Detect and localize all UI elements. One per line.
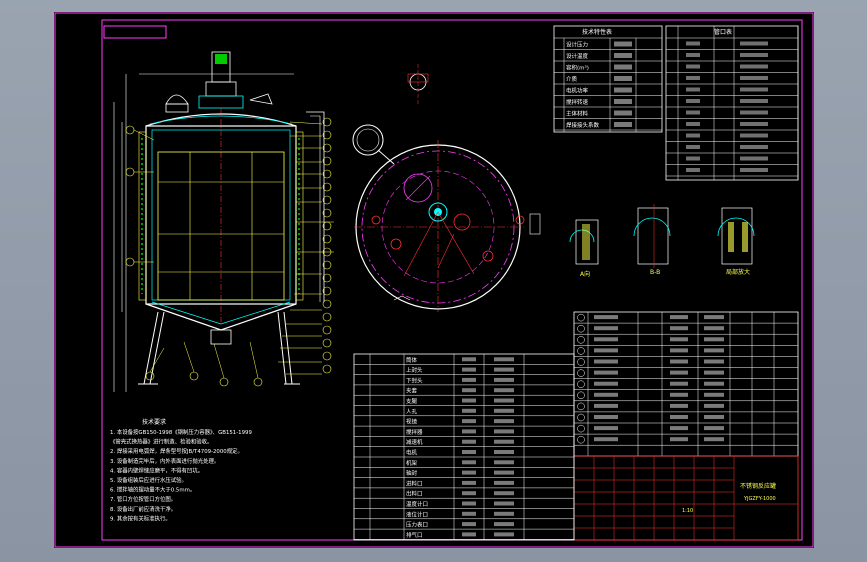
nozzle-table-title: 管口表 — [714, 28, 732, 36]
section-details: A向 B-B 局部放大 — [569, 204, 755, 278]
tech-row-label: 焊接接头系数 — [566, 121, 600, 129]
part-title: 不锈钢反应罐 — [740, 482, 776, 490]
title-block: 不锈钢反应罐 YJGZFY-1000 1:10 — [573, 455, 799, 541]
tech-row-label: 主体材料 — [566, 110, 589, 118]
note-line: 2. 焊接采用电弧焊，焊条型号按JB/T4709-2000规定。 — [110, 447, 243, 455]
tech-table-title: 技术特性表 — [582, 28, 612, 36]
part-name: 排气口 — [406, 531, 423, 539]
part-name: 筒体 — [406, 356, 418, 364]
tech-spec-table: 设计压力设计温度容积(m³) 介质电机功率搅拌转速主体材料焊接接头系数 技术特性表 — [553, 25, 663, 133]
part-name: 机架 — [406, 459, 418, 467]
section-b-label: B-B — [650, 269, 660, 276]
part-name: 进料口 — [406, 479, 423, 487]
part-name: 减速机 — [406, 438, 423, 446]
manhole-icon — [165, 94, 189, 105]
elevation-view — [113, 51, 334, 392]
code-box — [103, 25, 167, 39]
part-name: 人孔 — [406, 407, 418, 415]
part-name: 搅拌器 — [406, 428, 423, 436]
part-name: 视镜 — [406, 418, 418, 426]
scale-label: 1:10 — [682, 508, 693, 514]
outer-frame — [54, 12, 814, 548]
cad-viewport: A向 B-B 局部放大 设计压力设计温度容积(m³) 介质电机功率搅拌转速主体材料… — [0, 0, 867, 562]
part-name: 夹套 — [406, 387, 418, 395]
notes-title: 技术要求 — [142, 418, 166, 426]
note-line: 8. 设备出厂前应清洗干净。 — [110, 505, 176, 513]
note-line: 4. 容器内壁焊缝应磨平，不得有凹坑。 — [110, 466, 203, 474]
note-line: 6. 搅拌轴的摆动量不大于0.5mm。 — [110, 486, 195, 494]
tech-row-label: 搅拌转速 — [566, 98, 589, 106]
note-line: 3. 设备制造完毕后，内外表面进行抛光处理。 — [110, 457, 219, 465]
plan-view — [352, 64, 541, 312]
note-line: 9. 其余按有关标准执行。 — [110, 514, 171, 522]
part-name: 电机 — [406, 449, 418, 457]
cad-drawing: A向 B-B 局部放大 设计压力设计温度容积(m³) 介质电机功率搅拌转速主体材料… — [54, 12, 814, 548]
drawing-number: YJGZFY-1000 — [743, 496, 776, 502]
drawing-sheet: A向 B-B 局部放大 设计压力设计温度容积(m³) 介质电机功率搅拌转速主体材料… — [54, 12, 814, 548]
note-line: 7. 管口方位按管口方位图。 — [110, 495, 176, 503]
part-name: 液位计口 — [406, 510, 428, 518]
note-line: 《管壳式换热器》进行制造、检验和验收。 — [110, 438, 212, 446]
part-name: 轴封 — [406, 469, 418, 477]
notes-block: 技术要求 1. 本设备按GB150-1998《钢制压力容器》、GB151-199… — [110, 418, 252, 522]
parts-table-center: 筒体上封头下封头夹套支腿人孔视镜搅拌器减速机电机机架轴封进料口出料口温度计口液位… — [353, 353, 575, 541]
part-name: 支腿 — [406, 397, 418, 405]
part-name: 上封头 — [406, 366, 423, 374]
tech-row-label: 设计压力 — [566, 41, 588, 49]
parts-table-right — [573, 311, 799, 457]
section-c-label: 局部放大 — [726, 268, 750, 276]
part-name: 下封头 — [406, 376, 423, 384]
note-line: 1. 本设备按GB150-1998《钢制压力容器》、GB151-1999 — [110, 428, 252, 436]
section-a-label: A向 — [580, 270, 590, 278]
tech-row-label: 介质 — [566, 75, 578, 83]
nozzle-table: 管口表 — [665, 25, 799, 181]
part-name: 压力表口 — [406, 521, 428, 529]
tech-row-label: 设计温度 — [566, 52, 589, 60]
tech-row-label: 容积(m³) — [566, 64, 589, 72]
note-line: 5. 设备组装后应进行水压试验。 — [110, 476, 187, 484]
part-name: 温度计口 — [406, 500, 428, 508]
tech-row-label: 电机功率 — [566, 87, 589, 95]
part-name: 出料口 — [406, 490, 423, 498]
